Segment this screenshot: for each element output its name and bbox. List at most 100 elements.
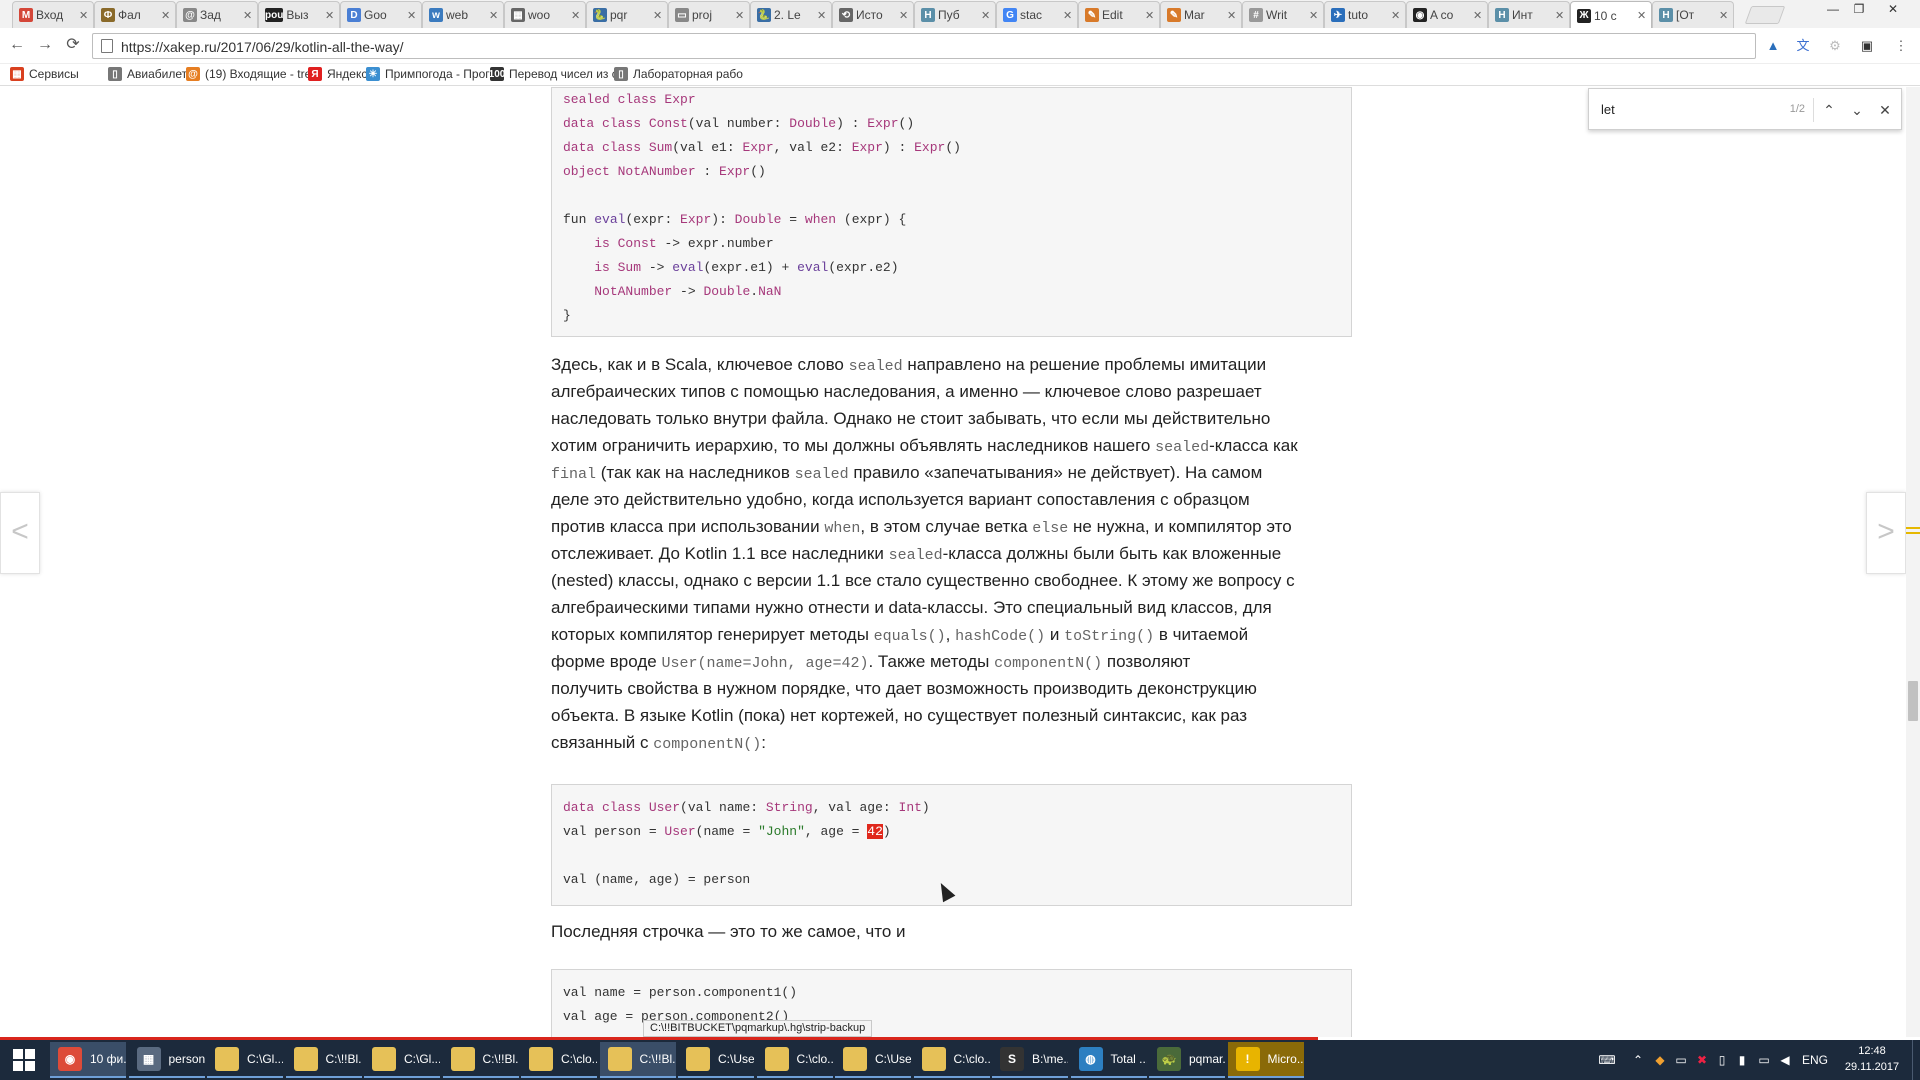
tab-close-icon[interactable]: ✕ [653, 9, 663, 22]
tab-close-icon[interactable]: ✕ [1637, 9, 1647, 22]
browser-tab[interactable]: Ф Фал ✕ [94, 1, 176, 28]
browser-tab[interactable]: w web ✕ [422, 1, 504, 28]
new-tab-button[interactable] [1744, 6, 1786, 24]
taskbar-item[interactable]: S B:\me... [992, 1042, 1068, 1078]
browser-tab[interactable]: ✈ tuto ✕ [1324, 1, 1406, 28]
bookmark-item[interactable]: @ (19) Входящие - tretl [186, 67, 317, 81]
taskbar-item[interactable]: ▦ person... [128, 1042, 205, 1078]
page-scrollbar[interactable] [1906, 87, 1920, 1037]
browser-tab[interactable]: ⟲ Исто ✕ [832, 1, 914, 28]
reload-icon[interactable]: ⟳ [64, 36, 82, 54]
tab-close-icon[interactable]: ✕ [325, 9, 335, 22]
browser-tab[interactable]: # Writ ✕ [1242, 1, 1324, 28]
taskbar-item[interactable]: C:\clo... [521, 1042, 597, 1078]
taskbar-item[interactable]: ! Micro... [1227, 1042, 1304, 1078]
start-button[interactable] [0, 1040, 48, 1080]
minimize-icon[interactable]: — [1820, 2, 1846, 16]
browser-tab[interactable]: 🐍 pqr ✕ [586, 1, 668, 28]
taskbar-item[interactable]: ◍ Total ... [1070, 1042, 1147, 1078]
tray-overflow-icon[interactable]: ⌃ [1630, 1040, 1646, 1080]
tab-close-icon[interactable]: ✕ [161, 9, 171, 22]
tab-close-icon[interactable]: ✕ [899, 9, 909, 22]
language-indicator[interactable]: ENG [1798, 1040, 1832, 1080]
tab-close-icon[interactable]: ✕ [1473, 9, 1483, 22]
tab-close-icon[interactable]: ✕ [1309, 9, 1319, 22]
browser-tab[interactable]: Ж 10 с ✕ [1570, 1, 1652, 28]
browser-tab[interactable]: D Goo ✕ [340, 1, 422, 28]
tab-close-icon[interactable]: ✕ [489, 9, 499, 22]
browser-tab[interactable]: ▭ proj ✕ [668, 1, 750, 28]
tray-monitor-icon[interactable]: ▭ [1672, 1040, 1690, 1080]
bookmark-item[interactable]: ☀ Примпогода - Прогн [366, 67, 496, 81]
restore-icon[interactable]: ❐ [1846, 2, 1872, 16]
taskbar-item[interactable]: 🐢 pqmar... [1149, 1042, 1225, 1078]
browser-tab[interactable]: ◉ A co ✕ [1406, 1, 1488, 28]
next-article-button[interactable]: > [1866, 492, 1906, 574]
find-close-icon[interactable]: ✕ [1875, 100, 1895, 120]
tab-close-icon[interactable]: ✕ [571, 9, 581, 22]
forward-icon[interactable]: → [36, 36, 54, 54]
tab-close-icon[interactable]: ✕ [1145, 9, 1155, 22]
address-bar[interactable]: https://xakep.ru/2017/06/29/kotlin-all-t… [92, 33, 1756, 59]
taskbar-item[interactable]: C:\Gl... [364, 1042, 440, 1078]
taskbar-item[interactable]: C:\Gl... [207, 1042, 283, 1078]
bookmark-item[interactable]: ▯ Лабораторная рабо [614, 67, 743, 81]
tray-device-icon[interactable]: ▯ [1714, 1040, 1730, 1080]
browser-tab[interactable]: ▦ woo ✕ [504, 1, 586, 28]
tab-close-icon[interactable]: ✕ [79, 9, 89, 22]
taskbar-item[interactable]: C:\Use... [835, 1042, 911, 1078]
browser-tab[interactable]: M Вход ✕ [12, 1, 94, 28]
browser-tab[interactable]: @ Зад ✕ [176, 1, 258, 28]
browser-tab[interactable]: H Инт ✕ [1488, 1, 1570, 28]
browser-tab[interactable]: H [От ✕ [1652, 1, 1734, 28]
browser-tab[interactable]: H Пуб ✕ [914, 1, 996, 28]
keyboard-icon[interactable]: ⌨ [1590, 1040, 1624, 1080]
back-icon[interactable]: ← [8, 36, 26, 54]
tab-close-icon[interactable]: ✕ [981, 9, 991, 22]
bookmark-item[interactable]: 100 Перевод чисел из сі [490, 67, 620, 81]
tab-close-icon[interactable]: ✕ [1555, 9, 1565, 22]
tab-close-icon[interactable]: ✕ [1719, 9, 1729, 22]
extension-icon[interactable]: ▲ [1764, 37, 1782, 55]
tab-close-icon[interactable]: ✕ [1391, 9, 1401, 22]
scrollbar-thumb[interactable] [1908, 681, 1918, 721]
taskbar-item[interactable]: C:\!!Bl... [442, 1042, 519, 1078]
tab-close-icon[interactable]: ✕ [1063, 9, 1073, 22]
find-next-icon[interactable]: ⌄ [1847, 100, 1867, 120]
browser-tab[interactable]: pou Выз ✕ [258, 1, 340, 28]
find-previous-icon[interactable]: ⌃ [1819, 100, 1839, 120]
bookmark-item[interactable]: ▯ Авиабилеты [108, 67, 196, 81]
url-text[interactable]: https://xakep.ru/2017/06/29/kotlin-all-t… [121, 39, 404, 55]
taskbar-item[interactable]: C:\!!Bl... [599, 1042, 676, 1078]
browser-tab[interactable]: ✎ Mar ✕ [1160, 1, 1242, 28]
prev-article-button[interactable]: < [0, 492, 40, 574]
tray-security-icon[interactable]: ✖ [1694, 1040, 1710, 1080]
taskbar-item[interactable]: ◉ 10 фи... [50, 1042, 126, 1078]
extension-box-icon[interactable]: ▣ [1858, 37, 1876, 55]
bookmark-item[interactable]: Я Яндекс [308, 67, 367, 81]
settings-gear-icon[interactable]: ⚙ [1826, 37, 1844, 55]
tab-close-icon[interactable]: ✕ [735, 9, 745, 22]
battery-icon[interactable]: ▭ [1756, 1040, 1772, 1080]
taskbar-item[interactable]: C:\Use... [678, 1042, 754, 1078]
taskbar-item[interactable]: C:\clo... [913, 1042, 990, 1078]
tab-close-icon[interactable]: ✕ [817, 9, 827, 22]
menu-icon[interactable]: ⋮ [1892, 37, 1910, 55]
taskbar-item[interactable]: C:\!!Bl... [285, 1042, 362, 1078]
show-desktop-button[interactable] [1912, 1040, 1920, 1080]
tab-close-icon[interactable]: ✕ [243, 9, 253, 22]
browser-tab[interactable]: ✎ Edit ✕ [1078, 1, 1160, 28]
close-window-icon[interactable]: ✕ [1880, 2, 1906, 16]
tray-flame-icon[interactable]: ◆ [1652, 1040, 1668, 1080]
tab-close-icon[interactable]: ✕ [1227, 9, 1237, 22]
tab-close-icon[interactable]: ✕ [407, 9, 417, 22]
network-icon[interactable]: ▮ [1734, 1040, 1750, 1080]
find-input[interactable]: let [1601, 102, 1615, 117]
translate-icon[interactable]: 文 [1794, 37, 1812, 55]
volume-icon[interactable]: ◀ [1776, 1040, 1794, 1080]
browser-tab[interactable]: 🐍 2. Le ✕ [750, 1, 832, 28]
bookmark-item[interactable]: ▦ Сервисы [10, 67, 79, 81]
browser-tab[interactable]: Gstac ✕ [996, 1, 1078, 28]
taskbar-item[interactable]: C:\clo... [756, 1042, 833, 1078]
system-clock[interactable]: 12:48 29.11.2017 [1836, 1043, 1908, 1075]
